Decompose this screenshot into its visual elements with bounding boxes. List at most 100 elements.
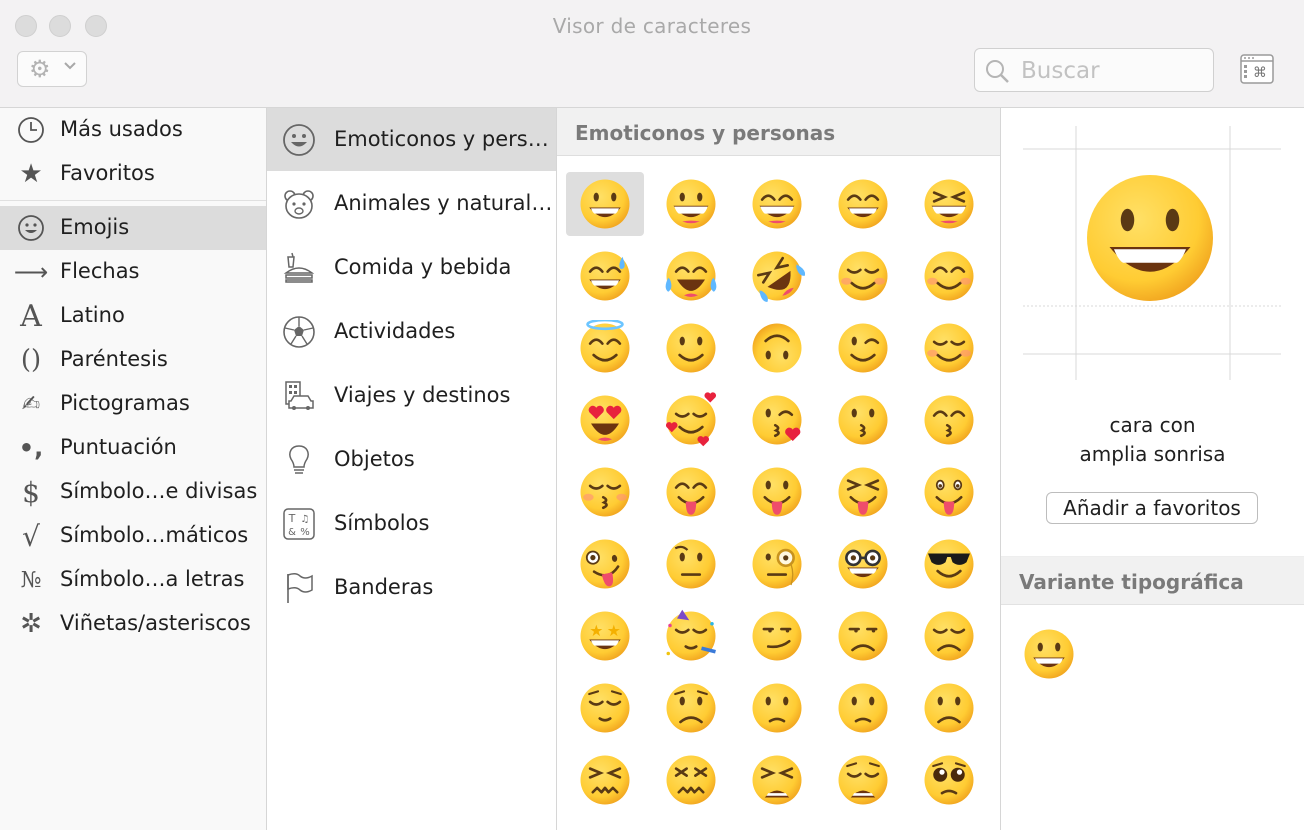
chevron-down-icon bbox=[64, 62, 76, 70]
emoji-cell[interactable] bbox=[738, 316, 816, 380]
sidebar-item[interactable]: Más usados bbox=[0, 108, 266, 152]
sidebar-divider bbox=[0, 200, 266, 201]
sidebar-item[interactable]: ⟶ Flechas bbox=[0, 250, 266, 294]
emoji-raised-brow-icon bbox=[666, 539, 716, 589]
emoji-cell[interactable] bbox=[910, 676, 988, 740]
sidebar-item-label: Favoritos bbox=[60, 161, 155, 185]
emoji-cell[interactable] bbox=[824, 388, 902, 452]
grid-header-label: Emoticonos y personas bbox=[575, 121, 836, 145]
emoji-slight-icon bbox=[666, 323, 716, 373]
emoji-cell[interactable] bbox=[652, 316, 730, 380]
sidebar-item[interactable]: A Latino bbox=[0, 294, 266, 338]
emoji-cell[interactable] bbox=[652, 676, 730, 740]
emoji-cell[interactable] bbox=[566, 748, 644, 812]
sidebar-item[interactable]: ✲ Viñetas/asteriscos bbox=[0, 602, 266, 646]
parentheses-icon: () bbox=[20, 345, 42, 375]
emoji-cell[interactable] bbox=[824, 244, 902, 308]
keyboard-viewer-icon[interactable]: ⌘ bbox=[1240, 54, 1274, 84]
emoji-cell[interactable] bbox=[652, 388, 730, 452]
bear-icon bbox=[281, 186, 317, 222]
emoji-cell[interactable] bbox=[738, 676, 816, 740]
emoji-cell[interactable] bbox=[652, 172, 730, 236]
category-item[interactable]: Objetos bbox=[267, 428, 556, 491]
emoji-cell[interactable] bbox=[652, 604, 730, 668]
category-item[interactable]: Emoticonos y pers… bbox=[267, 108, 556, 171]
emoji-kiss-closed-icon bbox=[580, 467, 630, 517]
action-menu-button[interactable]: ⚙ bbox=[17, 51, 87, 87]
emoji-cell[interactable] bbox=[566, 316, 644, 380]
category-item[interactable]: Animales y natural… bbox=[267, 172, 556, 235]
emoji-cell[interactable] bbox=[910, 604, 988, 668]
emoji-cell[interactable] bbox=[824, 676, 902, 740]
sqrt-icon: √ bbox=[22, 519, 40, 553]
emoji-cell[interactable] bbox=[738, 244, 816, 308]
emoji-cell[interactable] bbox=[566, 172, 644, 236]
sidebar-item-label: Símbolo…e divisas bbox=[60, 479, 258, 503]
emoji-cell[interactable] bbox=[738, 748, 816, 812]
emoji-cell[interactable] bbox=[738, 532, 816, 596]
emoji-cell[interactable] bbox=[910, 388, 988, 452]
emoji-tired-icon bbox=[752, 755, 802, 805]
sidebar-item[interactable]: ★ Favoritos bbox=[0, 152, 266, 196]
category-item[interactable]: T ♫ &% Símbolos bbox=[267, 492, 556, 555]
emoji-upside-icon bbox=[752, 323, 802, 373]
search-field[interactable] bbox=[974, 48, 1214, 92]
emoji-cell[interactable] bbox=[824, 532, 902, 596]
emoji-cell[interactable] bbox=[566, 532, 644, 596]
category-item[interactable]: Comida y bebida bbox=[267, 236, 556, 299]
emoji-cell[interactable] bbox=[910, 316, 988, 380]
sidebar-item[interactable]: $ Símbolo…e divisas bbox=[0, 470, 266, 514]
category-item[interactable]: Actividades bbox=[267, 300, 556, 363]
emoji-cell[interactable] bbox=[738, 172, 816, 236]
add-to-favorites-button[interactable]: Añadir a favoritos bbox=[1046, 492, 1258, 524]
lightbulb-icon bbox=[281, 442, 317, 478]
emoji-cell[interactable] bbox=[910, 172, 988, 236]
emoji-cell[interactable]: ★ ★ bbox=[566, 604, 644, 668]
emoji-frown-icon bbox=[924, 683, 974, 733]
numero-icon: № bbox=[20, 567, 42, 593]
emoji-cell[interactable] bbox=[824, 748, 902, 812]
variant-emoji[interactable] bbox=[1021, 626, 1077, 682]
emoji-cell[interactable] bbox=[652, 460, 730, 524]
emoji-cell[interactable] bbox=[566, 388, 644, 452]
emoji-beam-icon bbox=[838, 179, 888, 229]
category-item-label: Banderas bbox=[334, 575, 434, 599]
emoji-grid-panel: Emoticonos y personas ★ ★ bbox=[557, 108, 1001, 830]
emoji-cell[interactable] bbox=[910, 532, 988, 596]
emoji-cell[interactable] bbox=[738, 460, 816, 524]
smiley-icon bbox=[281, 122, 317, 158]
symbols-icon: T ♫ &% bbox=[281, 506, 317, 542]
emoji-smile-icon bbox=[752, 179, 802, 229]
category-item[interactable]: Viajes y destinos bbox=[267, 364, 556, 427]
sidebar-item[interactable]: () Paréntesis bbox=[0, 338, 266, 382]
search-input[interactable] bbox=[1019, 55, 1203, 87]
emoji-party-icon bbox=[666, 609, 716, 661]
emoji-cell[interactable] bbox=[738, 388, 816, 452]
emoji-cell[interactable] bbox=[652, 532, 730, 596]
sidebar-item[interactable]: √ Símbolo…máticos bbox=[0, 514, 266, 558]
emoji-cell[interactable] bbox=[652, 244, 730, 308]
sidebar-item[interactable]: ✍ Pictogramas bbox=[0, 382, 266, 426]
emoji-cell[interactable] bbox=[566, 460, 644, 524]
sidebar-item[interactable]: •, Puntuación bbox=[0, 426, 266, 470]
emoji-cell[interactable] bbox=[824, 172, 902, 236]
sidebar-item[interactable]: Emojis bbox=[0, 206, 266, 250]
sidebar-item-label: Símbolo…a letras bbox=[60, 567, 245, 591]
emoji-cell[interactable] bbox=[910, 244, 988, 308]
emoji-cell[interactable] bbox=[910, 460, 988, 524]
emoji-cell[interactable] bbox=[652, 748, 730, 812]
emoji-cell[interactable] bbox=[910, 748, 988, 812]
emoji-confounded-icon bbox=[666, 755, 716, 805]
category-item-label: Comida y bebida bbox=[334, 255, 512, 279]
emoji-cell[interactable] bbox=[824, 460, 902, 524]
emoji-cell[interactable] bbox=[566, 676, 644, 740]
emoji-cell[interactable] bbox=[566, 244, 644, 308]
sidebar-item[interactable]: № Símbolo…a letras bbox=[0, 558, 266, 602]
emoji-monocle-icon bbox=[752, 539, 802, 589]
emoji-cell[interactable] bbox=[824, 316, 902, 380]
category-item[interactable]: Banderas bbox=[267, 556, 556, 619]
emoji-cell[interactable] bbox=[738, 604, 816, 668]
emoji-weary-icon bbox=[838, 755, 888, 805]
emoji-tongue-icon bbox=[752, 467, 802, 517]
emoji-cell[interactable] bbox=[824, 604, 902, 668]
